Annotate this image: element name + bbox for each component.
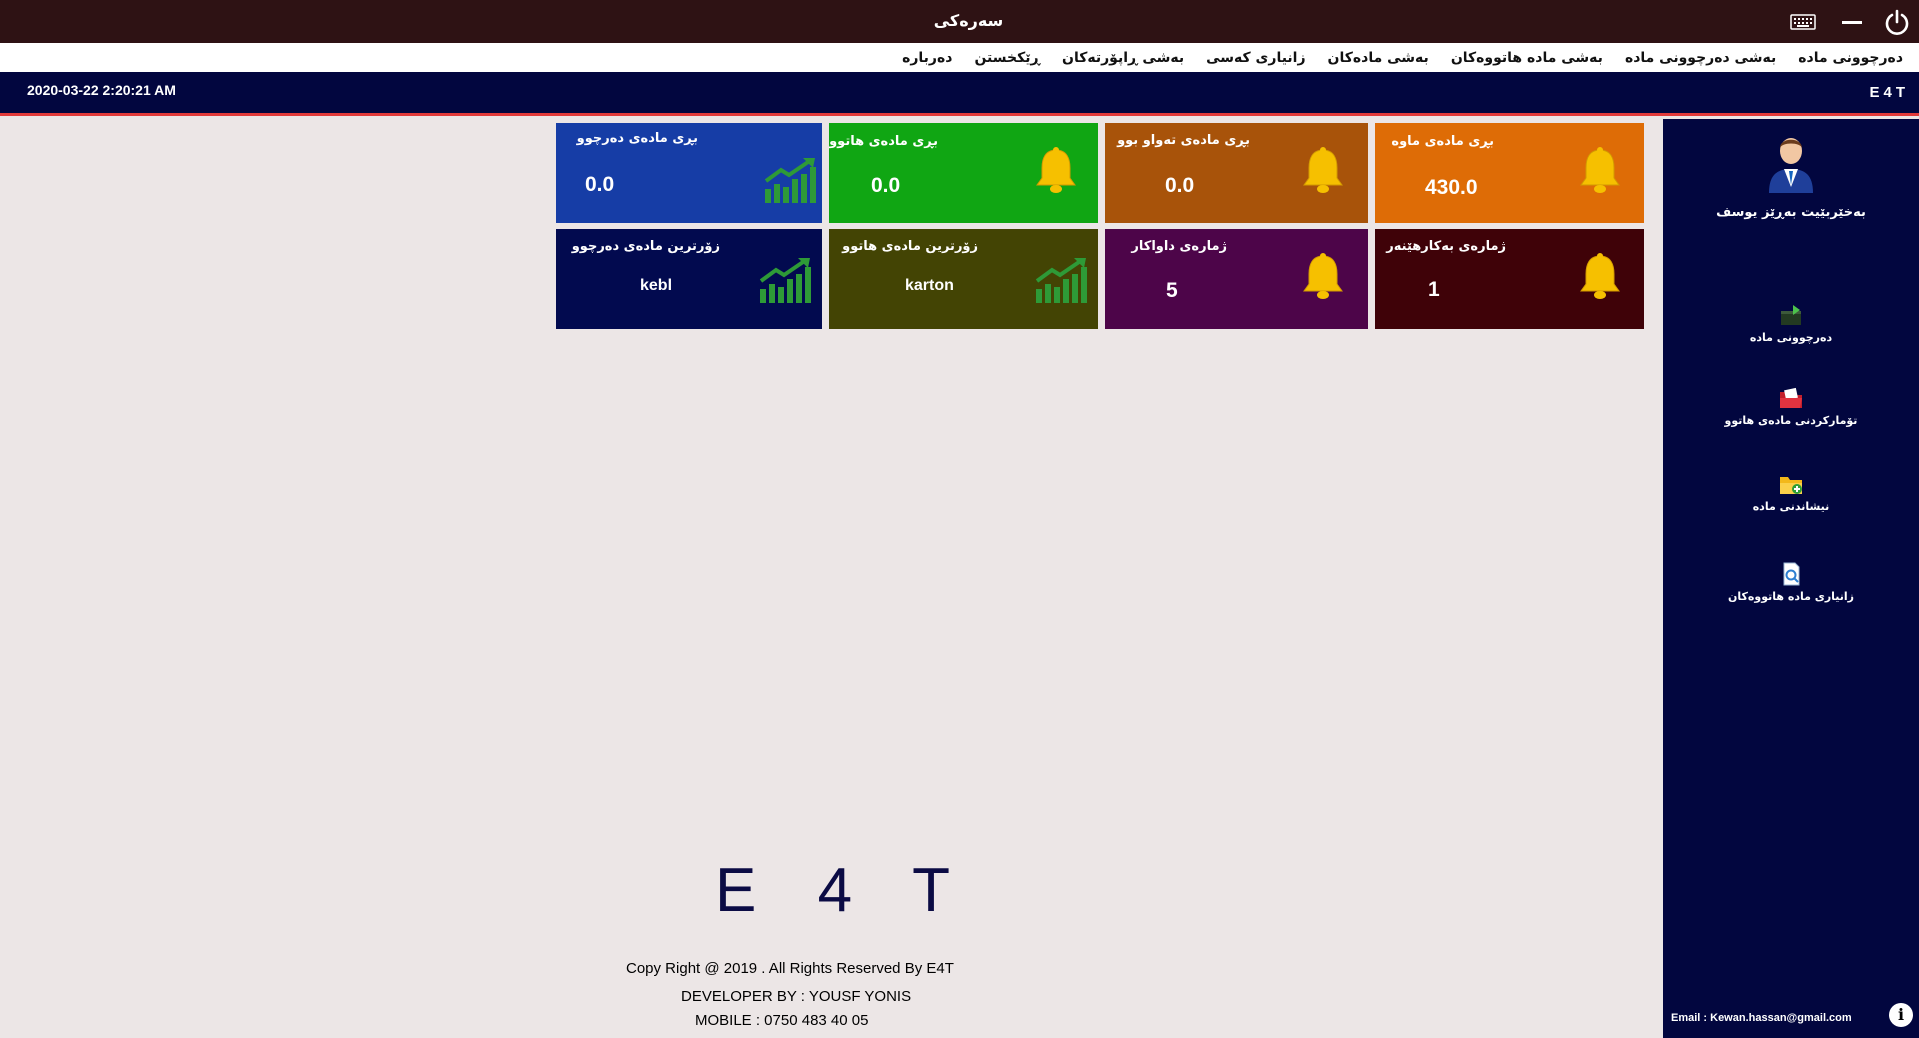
sidebar-item-label: دەرچوونی مادە	[1749, 331, 1833, 344]
title-bar: سەرەکی	[0, 0, 1919, 43]
power-icon[interactable]	[1883, 8, 1911, 36]
folder-add-icon	[1780, 477, 1802, 494]
sidebar-item-register-incoming[interactable]: تۆمارکردنی مادەی هاتوو	[1663, 386, 1919, 427]
card-value: 0.0	[871, 174, 901, 197]
card-value: karton	[905, 277, 954, 294]
card-incoming-material[interactable]: بڕی مادەی هاتوو 0.0	[829, 123, 1098, 223]
folder-red-icon	[1780, 387, 1802, 408]
card-user-count[interactable]: ژمارەی بەکارهێنەر 1	[1375, 229, 1644, 329]
menu-item-about[interactable]: دەربارە	[902, 50, 952, 66]
bell-icon	[1303, 147, 1343, 193]
menu-item-settings[interactable]: ڕێکخستن	[974, 50, 1040, 66]
menu-item-materials-section[interactable]: بەشی مادەکان	[1328, 50, 1429, 66]
card-title: زۆرترین مادەی دەرچوو	[571, 239, 720, 254]
sidebar-item-material-export[interactable]: دەرچوونی مادە	[1663, 303, 1919, 344]
welcome-user: بەخێربێیت بەڕێز یوسف	[1716, 205, 1866, 220]
card-title: بڕی مادەی هاتوو	[829, 134, 938, 149]
card-remaining-material[interactable]: بڕی مادەی ماوە 430.0	[1375, 123, 1644, 223]
app-logo-text: E 4 T	[715, 856, 973, 925]
bell-icon	[1580, 253, 1620, 299]
brand-label: E4T	[1869, 84, 1909, 101]
datetime-display: 2020-03-22 2:20:21 AM	[27, 82, 176, 98]
card-title: زۆرترین مادەی هاتوو	[842, 239, 978, 254]
card-title: بڕی مادەی ماوە	[1391, 134, 1494, 149]
bell-icon	[1303, 253, 1343, 299]
menu-item-incoming-section[interactable]: بەشی مادە هاتووەکان	[1451, 50, 1603, 66]
info-bar: 2020-03-22 2:20:21 AM E4T	[0, 72, 1919, 116]
card-title: ژمارەی بەکارهێنەر	[1386, 239, 1506, 254]
menu-item-personal-info[interactable]: زانیاری کەسی	[1206, 50, 1305, 66]
sidebar-item-label: تۆمارکردنی مادەی هاتوو	[1724, 414, 1858, 427]
card-top-outgoing[interactable]: زۆرترین مادەی دەرچوو kebl	[556, 229, 822, 329]
user-avatar-icon	[1769, 138, 1813, 193]
menu-item-material-export[interactable]: دەرچوونی مادە	[1798, 50, 1903, 66]
card-title: بڕی مادەی دەرچوو	[576, 131, 698, 146]
minimize-icon[interactable]	[1842, 21, 1862, 24]
card-top-incoming[interactable]: زۆرترین مادەی هاتوو karton	[829, 229, 1098, 329]
keyboard-icon[interactable]	[1790, 14, 1816, 30]
card-value: 430.0	[1425, 176, 1478, 199]
sidebar-item-incoming-info[interactable]: زانیاری مادە هاتووەکان	[1663, 562, 1919, 603]
sidebar-item-label: زانیاری مادە هاتووەکان	[1727, 590, 1855, 603]
bell-icon	[1036, 147, 1076, 193]
copyright-text: Copy Right @ 2019 . All Rights Reserved …	[626, 960, 954, 977]
chart-up-icon	[1035, 258, 1087, 303]
info-icon[interactable]: i	[1889, 1003, 1913, 1027]
card-value: 1	[1428, 278, 1440, 301]
export-box-icon	[1781, 305, 1801, 325]
document-search-icon	[1783, 562, 1800, 586]
menu-item-reports[interactable]: بەشی ڕاپۆرتەکان	[1062, 50, 1184, 66]
card-value: 5	[1166, 279, 1178, 302]
chart-up-icon	[764, 158, 816, 203]
chart-up-icon	[759, 258, 811, 303]
card-finished-material[interactable]: بڕی مادەی تەواو بوو 0.0	[1105, 123, 1368, 223]
sidebar-item-label: نیشاندنی مادە	[1752, 500, 1830, 513]
card-title: ژمارەی داواکار	[1131, 239, 1227, 254]
menu-item-export-section[interactable]: بەشی دەرچوونی مادە	[1625, 50, 1776, 66]
menu-bar: دەرچوونی مادە بەشی دەرچوونی مادە بەشی ما…	[0, 43, 1919, 72]
card-title: بڕی مادەی تەواو بوو	[1117, 133, 1250, 148]
contact-email: Email : Kewan.hassan@gmail.com	[1671, 1012, 1852, 1024]
card-value: 0.0	[1165, 174, 1195, 197]
sidebar: بەخێربێیت بەڕێز یوسف دەرچوونی مادە تۆمار…	[1663, 119, 1919, 1038]
card-value: kebl	[640, 277, 673, 294]
window-title: سەرەکی	[933, 11, 1004, 30]
mobile-text: MOBILE : 0750 483 40 05	[695, 1012, 869, 1029]
card-customer-count[interactable]: ژمارەی داواکار 5	[1105, 229, 1368, 329]
card-value: 0.0	[585, 173, 615, 196]
card-outgoing-material[interactable]: بڕی مادەی دەرچوو 0.0	[556, 123, 822, 223]
bell-icon	[1580, 147, 1620, 193]
developer-text: DEVELOPER BY : YOUSF YONIS	[681, 988, 912, 1005]
sidebar-item-show-material[interactable]: نیشاندنی مادە	[1663, 472, 1919, 513]
